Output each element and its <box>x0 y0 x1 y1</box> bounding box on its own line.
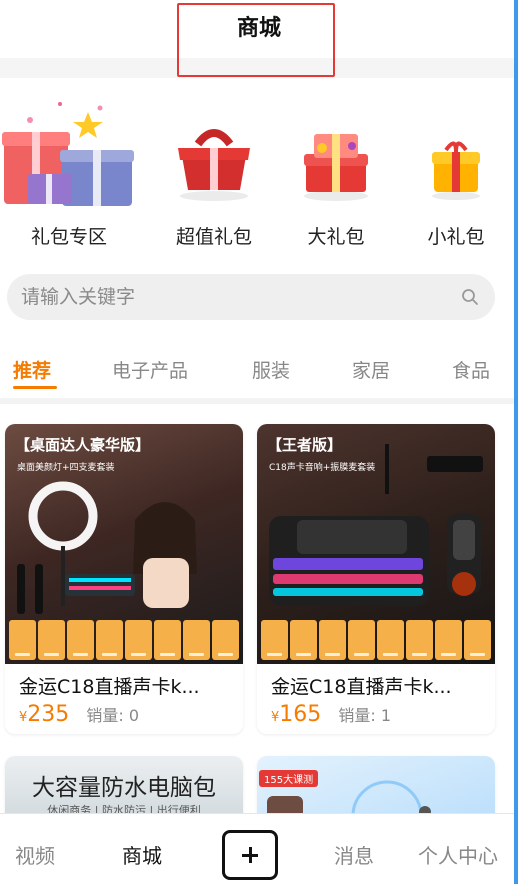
accessory-tile <box>290 620 317 660</box>
header: 商城 <box>0 0 518 77</box>
accessory-tile <box>38 620 65 660</box>
tab-electronics[interactable]: 电子产品 <box>112 356 188 383</box>
product-badge: 【桌面达人豪华版】 <box>15 436 151 454</box>
product-price-line: ¥165 销量: 1 <box>257 698 495 734</box>
accessory-tile <box>183 620 210 660</box>
nav-mall[interactable]: 商城 <box>122 840 162 869</box>
gift-categories: 礼包专区 超值礼包 大礼包 小礼包 <box>0 78 514 268</box>
product-price-line: ¥235 销量: 0 <box>5 698 243 734</box>
accessory-tile <box>319 620 346 660</box>
page-title: 商城 <box>236 16 281 41</box>
product-badge-sub: 桌面美颜灯+四支麦套装 <box>17 463 115 473</box>
product-card[interactable]: 155大课测 <box>257 756 495 813</box>
accessory-tile <box>96 620 123 660</box>
sales-count: 1 <box>380 706 392 725</box>
nav-messages[interactable]: 消息 <box>334 840 374 869</box>
search-bar[interactable] <box>7 274 495 320</box>
bottom-nav: 视频 商城 消息 个人中心 <box>0 813 514 884</box>
accessory-tile <box>348 620 375 660</box>
red-gift-box-icon <box>178 129 250 201</box>
product-photo-headphones <box>267 780 431 813</box>
divider <box>0 398 514 404</box>
product-image: 【王者版】 C18声卡音响+振膜麦套装 <box>257 424 495 664</box>
tab-food[interactable]: 食品 <box>452 356 490 383</box>
accessory-tile <box>406 620 433 660</box>
gift-pile-icon <box>2 102 134 206</box>
gift-category-packs[interactable]: 礼包专区 <box>0 78 138 249</box>
product-price: 165 <box>279 702 322 727</box>
sales-label: 销量: <box>338 706 376 725</box>
mall-page: 商城 礼包专区 超值礼包 大礼包 小礼包 请输入关键字 推荐 电子产品 服装 家… <box>0 0 518 884</box>
gift-category-label: 大礼包 <box>307 226 365 248</box>
active-tab-indicator <box>13 386 57 389</box>
accessory-tile <box>212 620 239 660</box>
product-price: 235 <box>27 702 70 727</box>
accessory-tile <box>435 620 462 660</box>
product-banner-text: 大容量防水电脑包 <box>32 775 216 801</box>
product-card[interactable]: 【桌面达人豪华版】 桌面美颜灯+四支麦套装 金运C18直播声卡k... ¥235… <box>5 424 243 734</box>
tab-recommend[interactable]: 推荐 <box>13 356 51 383</box>
small-gift-box-icon <box>432 141 480 200</box>
gift-category-label: 超值礼包 <box>175 226 252 248</box>
nav-profile[interactable]: 个人中心 <box>418 840 498 869</box>
sales-label: 销量: <box>86 706 124 725</box>
sales-count: 0 <box>128 706 140 725</box>
product-card[interactable]: 【王者版】 C18声卡音响+振膜麦套装 金运C18直播声卡k... ¥165 销… <box>257 424 495 734</box>
accessory-tile <box>261 620 288 660</box>
scroll-edge-strip <box>514 0 518 884</box>
accessory-tile <box>9 620 36 660</box>
big-gift-box-icon <box>304 134 368 201</box>
search-icon[interactable] <box>461 288 479 306</box>
gift-category-label: 礼包专区 <box>30 226 107 248</box>
gift-category-big[interactable]: 大礼包 <box>298 78 374 249</box>
accessory-tile <box>125 620 152 660</box>
accessory-tile <box>154 620 181 660</box>
nav-video[interactable]: 视频 <box>15 840 55 869</box>
product-badge-sub: C18声卡音响+振膜麦套装 <box>269 463 376 473</box>
product-badge: 【王者版】 <box>267 436 343 454</box>
tab-home[interactable]: 家居 <box>352 356 390 383</box>
accessory-tile <box>67 620 94 660</box>
accessory-strip <box>261 620 491 660</box>
product-title: 金运C18直播声卡k... <box>19 676 200 698</box>
plus-icon[interactable] <box>222 830 278 880</box>
category-tabs: 推荐 电子产品 服装 家居 食品 <box>0 350 514 394</box>
product-image: 155大课测 <box>257 756 495 813</box>
tab-clothing[interactable]: 服装 <box>252 356 290 383</box>
search-input[interactable] <box>21 274 441 320</box>
accessory-tile <box>377 620 404 660</box>
accessory-tile <box>464 620 491 660</box>
product-image: 大容量防水电脑包 休闲商务 | 防水防污 | 出行便利 <box>5 756 243 813</box>
product-image: 【桌面达人豪华版】 桌面美颜灯+四支麦套装 <box>5 424 243 664</box>
gift-category-value[interactable]: 超值礼包 <box>168 78 260 249</box>
content-area: 礼包专区 超值礼包 大礼包 小礼包 请输入关键字 推荐 电子产品 服装 家居 食… <box>0 78 514 813</box>
product-banner-sub: 休闲商务 | 防水防污 | 出行便利 <box>47 804 201 813</box>
product-title: 金运C18直播声卡k... <box>271 676 452 698</box>
accessory-strip <box>9 620 239 660</box>
gift-category-small[interactable]: 小礼包 <box>424 78 488 249</box>
product-card[interactable]: 大容量防水电脑包 休闲商务 | 防水防污 | 出行便利 <box>5 756 243 813</box>
gift-category-label: 小礼包 <box>427 226 485 248</box>
